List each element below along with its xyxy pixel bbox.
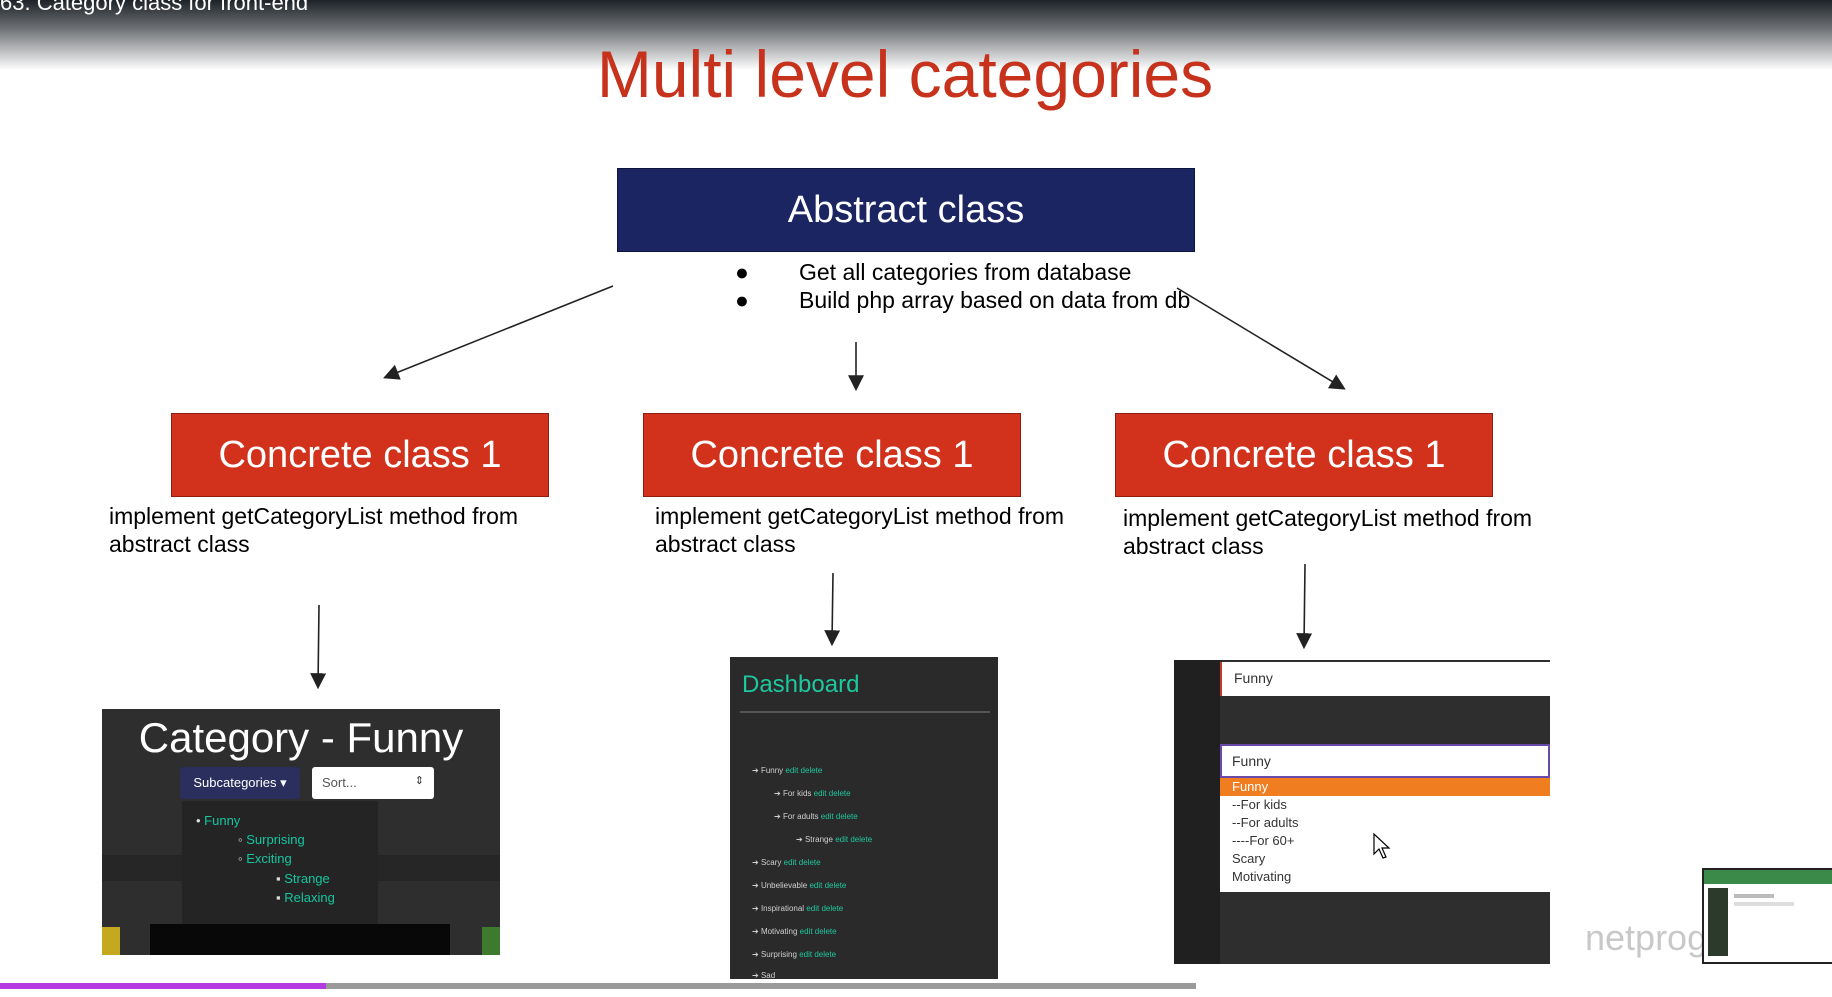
dashboard-row: ➔ For adults edit delete [774,812,858,821]
category-select[interactable]: Funny [1220,744,1550,778]
video-progress-fill [0,983,326,989]
dashboard-row: ➔ Surprising edit delete [752,950,837,959]
updown-icon: ⇕ [414,775,424,787]
arrow-down-2 [824,572,841,647]
category-title: Category - Funny [138,714,464,761]
select-option[interactable]: --For kids [1220,796,1550,814]
tree-item[interactable]: • Funny [196,813,240,828]
watermark: netprog [1585,917,1708,958]
dashboard-row: ➔ For kids edit delete [774,789,851,798]
corner-yellow [102,927,120,955]
side-panel [1174,660,1220,964]
arrow-left [383,285,614,380]
concrete-desc-1: implement getCategoryList method from ab… [109,503,519,557]
select-option[interactable]: Funny [1220,778,1550,796]
screenshot-select: Funny Funny Funny --For kids --For adult… [1174,660,1550,964]
mouse-cursor-icon [1373,832,1391,859]
concrete-class-box-2: Concrete class 1 [643,413,1021,497]
subcategory-menu: • Funny ◦ Surprising ◦ Exciting ▪ Strang… [182,801,378,936]
category-input[interactable]: Funny [1220,662,1550,696]
dashboard-row: ➔ Strange edit delete [796,835,873,844]
dashboard-divider [740,711,990,713]
dashboard-row: ➔ Unbelievable edit delete [752,881,847,890]
screenshot-category-page: Category - Funny Subcategories ▾ Sort...… [102,709,500,955]
sort-select[interactable]: Sort... ⇕ [312,767,434,799]
tree-item[interactable]: ▪ Relaxing [276,890,335,905]
corner-green [482,927,500,955]
dashboard-title: Dashboard [742,671,860,698]
tree-item[interactable]: ◦ Surprising [238,832,305,847]
concrete-desc-2: implement getCategoryList method from ab… [655,503,1065,557]
dashboard-row: ➔ Motivating edit delete [752,927,837,936]
tree-item[interactable]: ◦ Exciting [238,851,292,866]
dashboard-row: ➔ Scary edit delete [752,858,821,867]
concrete-class-box-1: Concrete class 1 [171,413,549,497]
arrow-down-1 [310,604,327,690]
select-option[interactable]: --For adults [1220,814,1550,832]
concrete-desc-3: implement getCategoryList method from ab… [1123,505,1533,559]
dashboard-row: ➔ Inspirational edit delete [752,904,844,913]
screenshot-dashboard: Dashboard ➔ Funny edit delete ➔ For kids… [730,657,998,979]
select-option[interactable]: Motivating [1220,868,1550,886]
hero-image-strip [150,924,450,955]
arrow-right [1176,287,1346,390]
dashboard-row: ➔ Sad [752,971,776,979]
tree-item[interactable]: ▪ Strange [276,871,330,886]
arrow-down-3 [1296,563,1313,650]
concrete-class-box-3: Concrete class 1 [1115,413,1493,497]
subcategories-dropdown[interactable]: Subcategories ▾ [180,767,300,799]
webcam-thumbnail [1702,868,1832,964]
dashboard-row: ➔ Funny edit delete [752,766,823,775]
